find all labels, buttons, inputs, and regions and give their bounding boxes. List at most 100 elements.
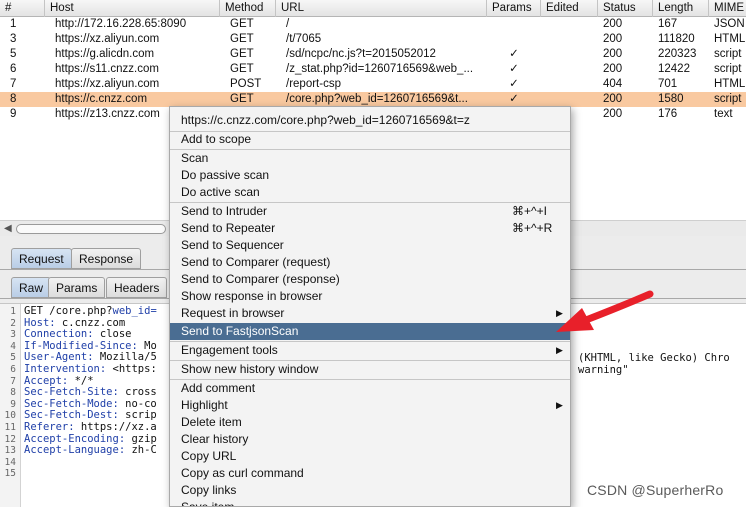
menu-item-passive-scan[interactable]: Do passive scan [170,167,570,184]
column-header-mime[interactable]: MIME t [709,0,746,17]
tab-raw[interactable]: Raw [11,277,52,298]
row-number: 9 [10,108,17,120]
check-icon: ✓ [509,48,519,60]
header-name: Accept-Language: [24,444,126,457]
menu-item-save-item[interactable]: Save item [170,499,570,506]
tab-response[interactable]: Response [71,248,142,269]
header-value: Mo [137,339,157,352]
menu-item-highlight[interactable]: Highlight ▶ [170,397,570,414]
header-value: cross [118,386,157,399]
header-name: Sec-Fetch-Site: [24,386,119,399]
row-edited [541,92,598,107]
menu-item-active-scan[interactable]: Do active scan [170,184,570,201]
scroll-left-icon[interactable]: ◀ [4,223,12,234]
tab-headers[interactable]: Headers [106,277,168,298]
row-number: 1 [10,18,17,30]
menu-item-send-to-repeater[interactable]: Send to Repeater ⌘+^+R [170,220,570,237]
row-edited [541,77,598,92]
header-value: Mozilla/5 [93,351,157,364]
menu-item-comparer-response[interactable]: Send to Comparer (response) [170,271,570,288]
row-mime: text [714,108,733,120]
menu-item-copy-curl[interactable]: Copy as curl command [170,465,570,482]
row-number: 5 [10,48,17,60]
menu-item-clear-history[interactable]: Clear history [170,431,570,448]
line-number: 13 [4,445,16,457]
line-number: 15 [4,468,16,480]
header-name: web_id= [112,305,157,317]
menu-item-new-history-window[interactable]: Show new history window [170,361,570,378]
column-header-host[interactable]: Host [45,0,220,17]
menu-item-label: Engagement tools [181,343,278,357]
header-value: <https: [106,363,157,375]
line-number: 9 [10,398,16,410]
row-method: GET [230,33,254,45]
intruder-shortcut: ⌘+^+I [512,204,547,218]
check-icon: ✓ [509,63,519,75]
menu-item-send-to-sequencer[interactable]: Send to Sequencer [170,237,570,254]
row-length: 220323 [658,48,697,60]
menu-item-request-in-browser[interactable]: Request in browser ▶ [170,305,570,322]
table-row[interactable]: 5 https://g.alicdn.com GET/sd/ncpc/nc.js?t… [0,47,746,62]
menu-item-engagement-tools[interactable]: Engagement tools ▶ [170,342,570,359]
line-number: 10 [4,410,16,422]
line-number-gutter: 1 2 3 4 5 6 7 8 9 10 11 12 13 14 15 [0,304,21,507]
row-host: https://s11.cnzz.com [55,63,159,75]
check-icon: ✓ [509,78,519,90]
request-line-method: GET /core.php? [24,305,113,317]
menu-item-comparer-request[interactable]: Send to Comparer (request) [170,254,570,271]
red-arrow-icon [556,290,654,332]
column-header-url[interactable]: URL [276,0,487,17]
column-header-number[interactable]: # [0,0,45,17]
row-length: 176 [658,108,678,120]
menu-item-send-to-fastjsonscan[interactable]: Send to FastjsonScan [170,323,570,340]
column-header-params[interactable]: Params [487,0,541,17]
menu-item-delete-item[interactable]: Delete item [170,414,570,431]
line-number: 1 [10,306,16,317]
row-host: https://xz.aliyun.com [55,78,160,90]
menu-item-copy-url[interactable]: Copy URL [170,448,570,465]
row-status: 200 [603,63,623,75]
line-number: 6 [10,364,16,375]
menu-item-scan[interactable]: Scan [170,150,570,167]
row-edited [541,47,598,62]
row-params [487,32,541,47]
column-header-length[interactable]: Length [653,0,709,17]
line-number: 3 [10,329,16,341]
line-number: 14 [4,456,16,468]
menu-item-add-to-scope[interactable]: Add to scope [170,131,570,148]
row-length: 1580 [658,93,684,105]
table-row[interactable]: 7 https://xz.aliyun.com POST/report-csp ✓ 40… [0,77,746,92]
menu-item-add-comment[interactable]: Add comment [170,380,570,397]
row-mime: HTML [714,78,746,90]
row-method: POST [230,78,262,90]
header-name: Accept: [24,374,69,387]
row-url: /core.php?web_id=1260716569&t... [286,93,468,105]
table-row[interactable]: 1 http://172.16.228.65:8090 GET / 200 167 JSON [0,17,746,32]
header-value: c.cnzz.com [55,316,126,329]
column-header-method[interactable]: Method [220,0,276,17]
scrollbar-thumb[interactable] [16,224,166,234]
tab-request[interactable]: Request [11,248,72,269]
row-number: 8 [10,93,17,105]
row-status: 200 [603,108,623,120]
menu-item-show-response-in-browser[interactable]: Show response in browser [170,288,570,305]
column-header-edited[interactable]: Edited [541,0,598,17]
header-value: scrip [118,409,157,422]
table-row[interactable]: 6 https://s11.cnzz.com GET/z_stat.php?id=1… [0,62,746,77]
table-row[interactable]: 3 https://xz.aliyun.com GET/t/7065 200 11182… [0,32,746,47]
watermark: CSDN @SuperherRo [587,482,724,498]
row-length: 111820 [658,33,695,45]
menu-item-send-to-intruder[interactable]: Send to Intruder ⌘+^+I [170,203,570,220]
tab-params[interactable]: Params [48,277,106,298]
row-length: 12422 [658,63,690,75]
row-mime: JSON [714,18,745,30]
menu-item-copy-links[interactable]: Copy links [170,482,570,499]
column-header-status[interactable]: Status [598,0,653,17]
table-row[interactable]: 8 https://c.cnzz.com GET/core.php?web_id=1… [0,92,746,107]
row-method: GET [230,18,254,30]
row-status: 404 [603,78,623,90]
menu-item-label: Send to Repeater [181,221,276,235]
line-number: 2 [10,317,16,329]
row-length: 167 [658,18,678,30]
row-host: http://172.16.228.65:8090 [55,18,187,30]
